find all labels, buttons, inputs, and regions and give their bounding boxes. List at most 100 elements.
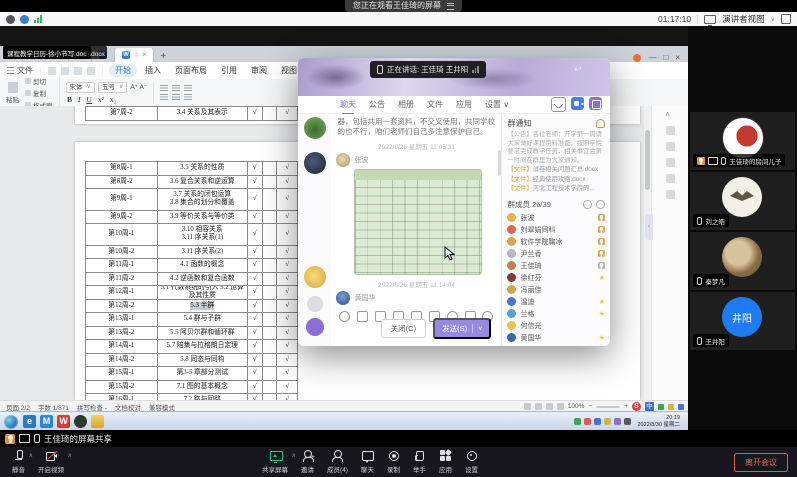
explorer-icon[interactable] (91, 415, 104, 428)
control-options-chevron[interactable]: ∧ (29, 452, 33, 459)
paste-button[interactable]: 粘贴 (0, 82, 25, 104)
member-row[interactable]: 张波 (507, 212, 605, 224)
avatar[interactable] (336, 153, 350, 167)
member-row[interactable]: 黄国华★ (507, 332, 605, 344)
status-item[interactable]: 字数 1/871 (38, 402, 69, 412)
chat-tab-0[interactable]: 聊天 (340, 99, 356, 110)
member-row[interactable]: 温迪★ (507, 296, 605, 308)
control-raise-hand[interactable]: 举手 (413, 449, 426, 474)
side-tool-icon[interactable] (666, 190, 675, 199)
add-member-icon[interactable] (583, 200, 592, 209)
print-layout-icon[interactable] (546, 403, 553, 410)
audio-status-icon[interactable] (6, 15, 15, 24)
chat-tab-4[interactable]: 应用 (456, 99, 472, 110)
tray-icon[interactable] (614, 418, 621, 425)
tray-icon[interactable] (594, 418, 601, 425)
zoom-in-button[interactable]: + (624, 403, 628, 410)
member-row[interactable]: 冯丽佳 (507, 284, 605, 296)
control-apps[interactable]: 应用 (439, 449, 452, 474)
ie-icon[interactable]: e (23, 415, 36, 428)
wps-menu-2[interactable]: 页面布局 (169, 64, 213, 77)
bold-button[interactable]: B (66, 95, 74, 104)
chat-tab-5[interactable]: 设置 ∨ (485, 99, 509, 110)
tray-icon[interactable] (624, 418, 631, 425)
align-right-icon[interactable] (184, 94, 192, 100)
member-row[interactable]: 兰格★ (507, 308, 605, 320)
status-item[interactable]: 拼写检查 - (77, 402, 107, 412)
video-call-icon[interactable] (571, 97, 584, 110)
side-tool-icon[interactable] (666, 126, 675, 135)
wps-icon[interactable]: W (57, 415, 70, 428)
cut-button[interactable]: 剪切 (25, 76, 53, 86)
indent-icon[interactable] (184, 85, 192, 91)
control-mute[interactable]: 静音∧ (12, 449, 25, 474)
history-icon[interactable] (307, 296, 323, 312)
zoom-slider[interactable] (596, 406, 620, 408)
wps-menu-3[interactable]: 引用 (215, 64, 243, 77)
chat-tab-1[interactable]: 公告 (369, 99, 385, 110)
member-row[interactable]: 软件学院鞠冰 (507, 236, 605, 248)
side-tool-icon[interactable] (666, 158, 675, 167)
control-options-chevron[interactable]: ∧ (68, 452, 72, 459)
number-list-icon[interactable] (172, 85, 180, 91)
font-size-select[interactable]: 五号∨ (98, 82, 127, 93)
promo-icon[interactable] (633, 54, 641, 62)
scroll-up-icon[interactable]: ∧ (665, 110, 670, 118)
chat-tab-2[interactable]: 相册 (398, 99, 414, 110)
participant-tile[interactable]: 王佳琦的房间儿子 (690, 112, 795, 170)
control-invite[interactable]: +邀请 (301, 449, 314, 474)
side-tool-icon[interactable] (666, 142, 675, 151)
window-maximize-button[interactable]: □ (663, 53, 668, 62)
collapse-panel-button[interactable]: ‹ (645, 214, 653, 240)
chevron-down-icon[interactable]: ∨ (771, 16, 775, 23)
subscript-button[interactable]: x₂ (108, 95, 117, 104)
tray-icon[interactable] (574, 418, 581, 425)
control-settings[interactable]: 设置 (465, 449, 478, 474)
start-button[interactable] (4, 415, 18, 429)
app-icon[interactable] (74, 415, 87, 428)
quick-access-toolbar[interactable] (40, 67, 103, 75)
leave-meeting-button[interactable]: 离开会议 (734, 453, 788, 472)
meeting-app-icon[interactable]: M (40, 415, 53, 428)
status-item[interactable]: 文档校对 (115, 402, 141, 412)
member-row[interactable]: 何信光 (507, 320, 605, 332)
tray-icon[interactable] (604, 418, 611, 425)
shield-icon[interactable] (20, 15, 29, 24)
image-icon[interactable] (357, 311, 368, 322)
align-center-icon[interactable] (172, 94, 180, 100)
status-item[interactable]: 兼容模式 (149, 402, 175, 412)
ime-icon[interactable]: 中 (645, 402, 654, 411)
emoji-icon[interactable] (339, 311, 350, 322)
search-icon[interactable] (596, 200, 605, 209)
avatar[interactable] (304, 152, 326, 174)
underline-button[interactable]: U (85, 95, 93, 104)
view-mode-select[interactable]: 演讲者视图 (722, 13, 765, 25)
control-options-chevron[interactable]: ∧ (292, 452, 296, 459)
member-row[interactable]: 尹兰香 (507, 248, 605, 260)
tray-mini-icon[interactable] (678, 404, 684, 410)
fullscreen-icon[interactable] (781, 14, 791, 24)
outline-view-icon[interactable] (535, 403, 542, 410)
group-panel-icon[interactable] (589, 97, 602, 110)
tab-star-icon[interactable]: ☆ (133, 51, 139, 59)
avatar[interactable] (304, 117, 326, 139)
tray-mini-icon[interactable] (668, 404, 674, 410)
control-record[interactable]: 录制 (387, 449, 400, 474)
view-mode-icon[interactable] (524, 403, 531, 410)
copy-button[interactable]: 复制 (25, 88, 53, 98)
browser-tab[interactable]: W课程教学日历-徐小节写.doc☆× (115, 48, 154, 62)
bullet-list-icon[interactable] (160, 85, 168, 91)
avatar[interactable] (304, 266, 326, 288)
zoom-level[interactable]: 100% (568, 403, 585, 410)
group-file-item[interactable]: 【文件】经典使用攻略.docx (507, 175, 605, 185)
member-row[interactable]: 徐红芬★ (507, 272, 605, 284)
close-button[interactable]: 关闭(C) (381, 319, 426, 338)
document-scrollbar[interactable] (644, 106, 651, 400)
side-tool-icon[interactable] (666, 174, 675, 183)
send-options-chevron[interactable]: ∨ (478, 325, 482, 332)
undo-icon[interactable]: ↩ (574, 64, 582, 75)
control-chat[interactable]: 聊天 (361, 449, 374, 474)
window-close-button[interactable]: × (675, 53, 680, 62)
eye-protect-icon[interactable] (557, 403, 564, 410)
align-left-icon[interactable] (160, 94, 168, 100)
